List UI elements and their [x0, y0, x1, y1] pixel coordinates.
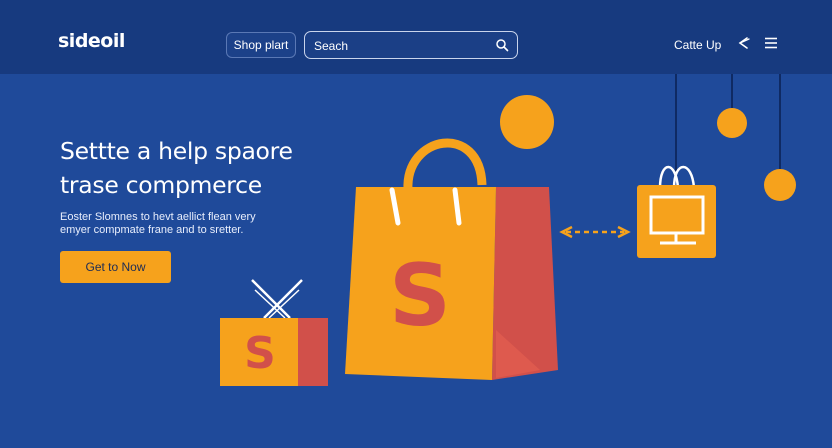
small-bag-symbol: S: [244, 328, 276, 379]
orb-medium: [717, 108, 747, 138]
orb-right: [764, 169, 796, 201]
shopping-bag-icon: S: [345, 138, 558, 380]
double-arrow-icon: [559, 225, 631, 239]
large-bag-symbol: S: [389, 246, 451, 346]
small-bag-icon: S: [220, 279, 328, 386]
hero-illustration: S S: [220, 74, 796, 386]
monitor-tag-icon: [637, 166, 716, 258]
orb-large: [500, 95, 554, 149]
